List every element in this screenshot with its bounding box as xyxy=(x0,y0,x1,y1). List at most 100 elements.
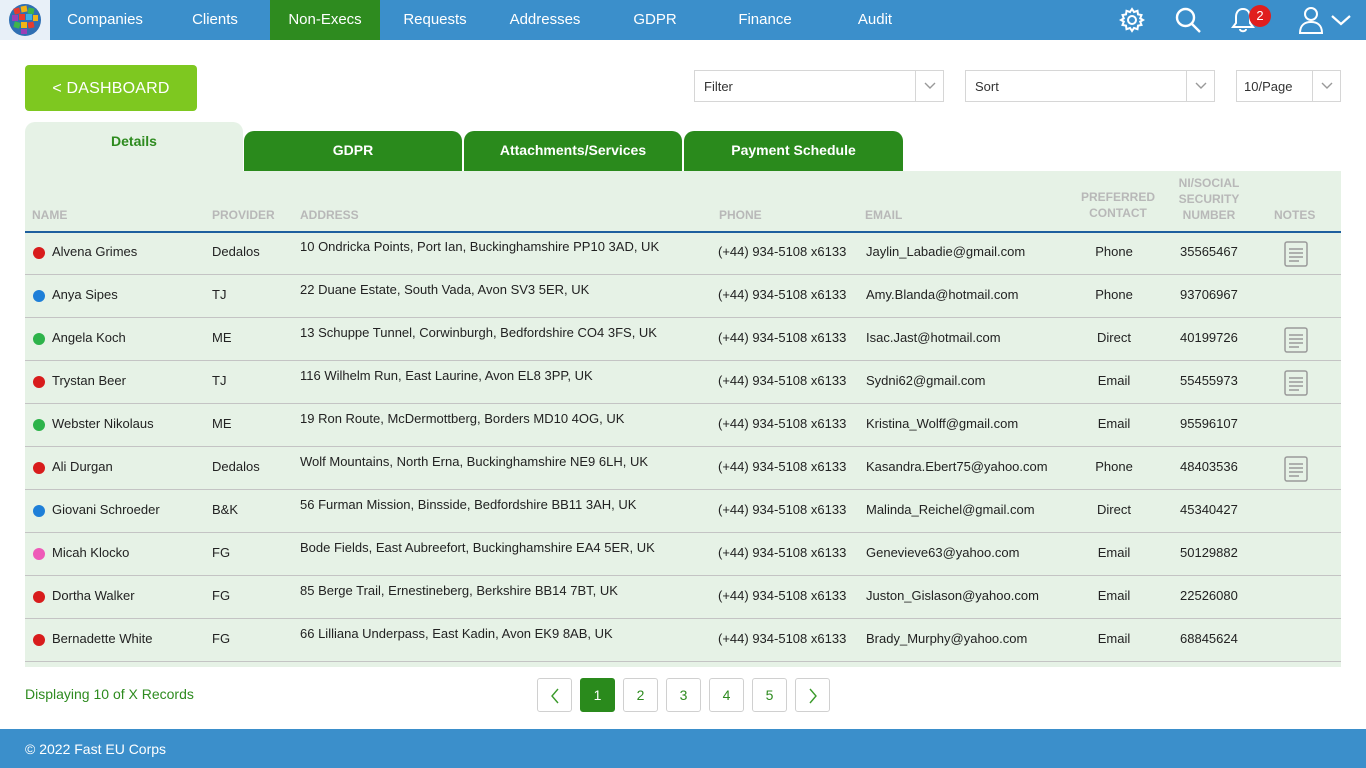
table-row[interactable]: Webster Nikolaus ME 19 Ron Route, McDermot… xyxy=(25,404,1341,447)
column-header-address[interactable]: ADDRESS xyxy=(300,207,359,223)
email-cell[interactable]: Brady_Murphy@yahoo.com xyxy=(866,631,1027,646)
footer-copyright: © 2022 Fast EU Corps xyxy=(0,729,1366,768)
page-4-button[interactable]: 4 xyxy=(709,678,744,712)
email-cell[interactable]: Amy.Blanda@hotmail.com xyxy=(866,287,1018,302)
ni-number-cell: 35565467 xyxy=(1180,244,1238,259)
ni-number-cell: 50129882 xyxy=(1180,545,1238,560)
logo-icon[interactable] xyxy=(0,0,50,40)
column-header-name[interactable]: NAME xyxy=(32,207,67,223)
chevron-right-icon xyxy=(808,688,817,704)
filter-dropdown[interactable]: Filter xyxy=(694,70,944,102)
name-cell: Anya Sipes xyxy=(52,287,118,302)
nav-finance[interactable]: Finance xyxy=(710,0,820,40)
ni-number-cell: 48403536 xyxy=(1180,459,1238,474)
email-cell[interactable]: Kristina_Wolff@gmail.com xyxy=(866,416,1018,431)
provider-cell: Dedalos xyxy=(212,244,260,259)
contact-cell: Direct xyxy=(1097,502,1131,517)
nav-companies[interactable]: Companies xyxy=(50,0,160,40)
notes-icon[interactable] xyxy=(1284,456,1308,482)
page-1-button[interactable]: 1 xyxy=(580,678,615,712)
status-dot xyxy=(33,505,45,517)
chevron-left-icon xyxy=(550,688,559,704)
column-header-ni-number[interactable]: NI/SOCIAL SECURITY NUMBER xyxy=(1165,175,1253,223)
table-row[interactable]: Ali Durgan Dedalos Wolf Mountains, North E… xyxy=(25,447,1341,490)
email-cell[interactable]: Malinda_Reichel@gmail.com xyxy=(866,502,1035,517)
table-row[interactable]: Bernadette White FG 66 Lilliana Underpass,… xyxy=(25,619,1341,662)
contact-cell: Direct xyxy=(1097,330,1131,345)
next-page-button[interactable] xyxy=(795,678,830,712)
page-3-button[interactable]: 3 xyxy=(666,678,701,712)
notes-icon[interactable] xyxy=(1284,327,1308,353)
table-row[interactable]: Trystan Beer TJ 116 Wilhelm Run, East Laur… xyxy=(25,361,1341,404)
address-cell: 116 Wilhelm Run, East Laurine, Avon EL8 … xyxy=(300,368,593,383)
prev-page-button[interactable] xyxy=(537,678,572,712)
gear-icon[interactable] xyxy=(1116,0,1148,40)
address-cell: 22 Duane Estate, South Vada, Avon SV3 5E… xyxy=(300,282,590,297)
chevron-down-icon xyxy=(1313,71,1340,101)
sort-label: Sort xyxy=(975,79,999,94)
status-dot xyxy=(33,462,45,474)
name-cell: Angela Koch xyxy=(52,330,126,345)
email-cell[interactable]: Jaylin_Labadie@gmail.com xyxy=(866,244,1025,259)
column-header-phone[interactable]: PHONE xyxy=(719,207,762,223)
address-cell: 19 Ron Route, McDermottberg, Borders MD1… xyxy=(300,411,625,426)
address-cell: 56 Furman Mission, Binsside, Bedfordshir… xyxy=(300,497,637,512)
phone-cell: (+44) 934-5108 x6133 xyxy=(718,588,847,603)
email-cell[interactable]: Genevieve63@yahoo.com xyxy=(866,545,1019,560)
column-header-preferred-contact[interactable]: PREFERRED CONTACT xyxy=(1072,189,1164,221)
filter-label: Filter xyxy=(704,79,733,94)
tab-attachments-services[interactable]: Attachments/Services xyxy=(464,131,682,171)
notes-icon[interactable] xyxy=(1284,370,1308,396)
tab-gdpr[interactable]: GDPR xyxy=(244,131,462,171)
per-page-dropdown[interactable]: 10/Page xyxy=(1236,70,1341,102)
contact-cell: Phone xyxy=(1095,287,1133,302)
contact-cell: Email xyxy=(1097,416,1131,431)
ni-number-cell: 45340427 xyxy=(1180,502,1238,517)
ni-number-cell: 55455973 xyxy=(1180,373,1238,388)
nav-non-execs[interactable]: Non-Execs xyxy=(270,0,380,40)
table-row[interactable]: Angela Koch ME 13 Schuppe Tunnel, Corwinbu… xyxy=(25,318,1341,361)
tab-details[interactable]: Details xyxy=(25,122,243,171)
table-row[interactable]: Giovani Schroeder B&K 56 Furman Mission, B… xyxy=(25,490,1341,533)
table-row[interactable]: Micah Klocko FG Bode Fields, East Aubreefo… xyxy=(25,533,1341,576)
search-icon[interactable] xyxy=(1172,0,1204,40)
page-2-button[interactable]: 2 xyxy=(623,678,658,712)
column-header-email[interactable]: EMAIL xyxy=(865,207,902,223)
column-header-notes[interactable]: NOTES xyxy=(1274,207,1315,223)
status-dot xyxy=(33,634,45,646)
per-page-label: 10/Page xyxy=(1244,79,1293,94)
header-line: SECURITY xyxy=(1178,192,1240,206)
email-cell[interactable]: Kasandra.Ebert75@yahoo.com xyxy=(866,459,1048,474)
chevron-down-icon xyxy=(1187,71,1214,101)
address-cell: 85 Berge Trail, Ernestineberg, Berkshire… xyxy=(300,583,618,598)
nav-clients[interactable]: Clients xyxy=(160,0,270,40)
header-line: PREFERRED xyxy=(1080,190,1155,204)
user-icon[interactable] xyxy=(1296,0,1326,40)
tab-payment-schedule[interactable]: Payment Schedule xyxy=(684,131,903,171)
chevron-down-icon[interactable] xyxy=(1328,0,1354,40)
email-cell[interactable]: Sydni62@gmail.com xyxy=(866,373,985,388)
nav-audit[interactable]: Audit xyxy=(820,0,930,40)
dashboard-button[interactable]: < DASHBOARD xyxy=(25,65,197,111)
phone-cell: (+44) 934-5108 x6133 xyxy=(718,545,847,560)
page-5-button[interactable]: 5 xyxy=(752,678,787,712)
nav-addresses[interactable]: Addresses xyxy=(490,0,600,40)
top-nav: Companies Clients Non-Execs Requests Add… xyxy=(0,0,1366,40)
status-dot xyxy=(33,591,45,603)
table-row[interactable]: Alvena Grimes Dedalos 10 Ondricka Points, … xyxy=(25,232,1341,275)
column-header-provider[interactable]: PROVIDER xyxy=(212,207,275,223)
table-row[interactable]: Dortha Walker FG 85 Berge Trail, Ernestine… xyxy=(25,576,1341,619)
status-dot xyxy=(33,376,45,388)
email-cell[interactable]: Juston_Gislason@yahoo.com xyxy=(866,588,1039,603)
email-cell[interactable]: Isac.Jast@hotmail.com xyxy=(866,330,1001,345)
sort-dropdown[interactable]: Sort xyxy=(965,70,1215,102)
contact-cell: Email xyxy=(1097,545,1131,560)
phone-cell: (+44) 934-5108 x6133 xyxy=(718,416,847,431)
table-row[interactable]: Anya Sipes TJ 22 Duane Estate, South Vada,… xyxy=(25,275,1341,318)
notes-icon[interactable] xyxy=(1284,241,1308,267)
status-dot xyxy=(33,290,45,302)
ni-number-cell: 95596107 xyxy=(1180,416,1238,431)
phone-cell: (+44) 934-5108 x6133 xyxy=(718,631,847,646)
nav-requests[interactable]: Requests xyxy=(380,0,490,40)
nav-gdpr[interactable]: GDPR xyxy=(600,0,710,40)
